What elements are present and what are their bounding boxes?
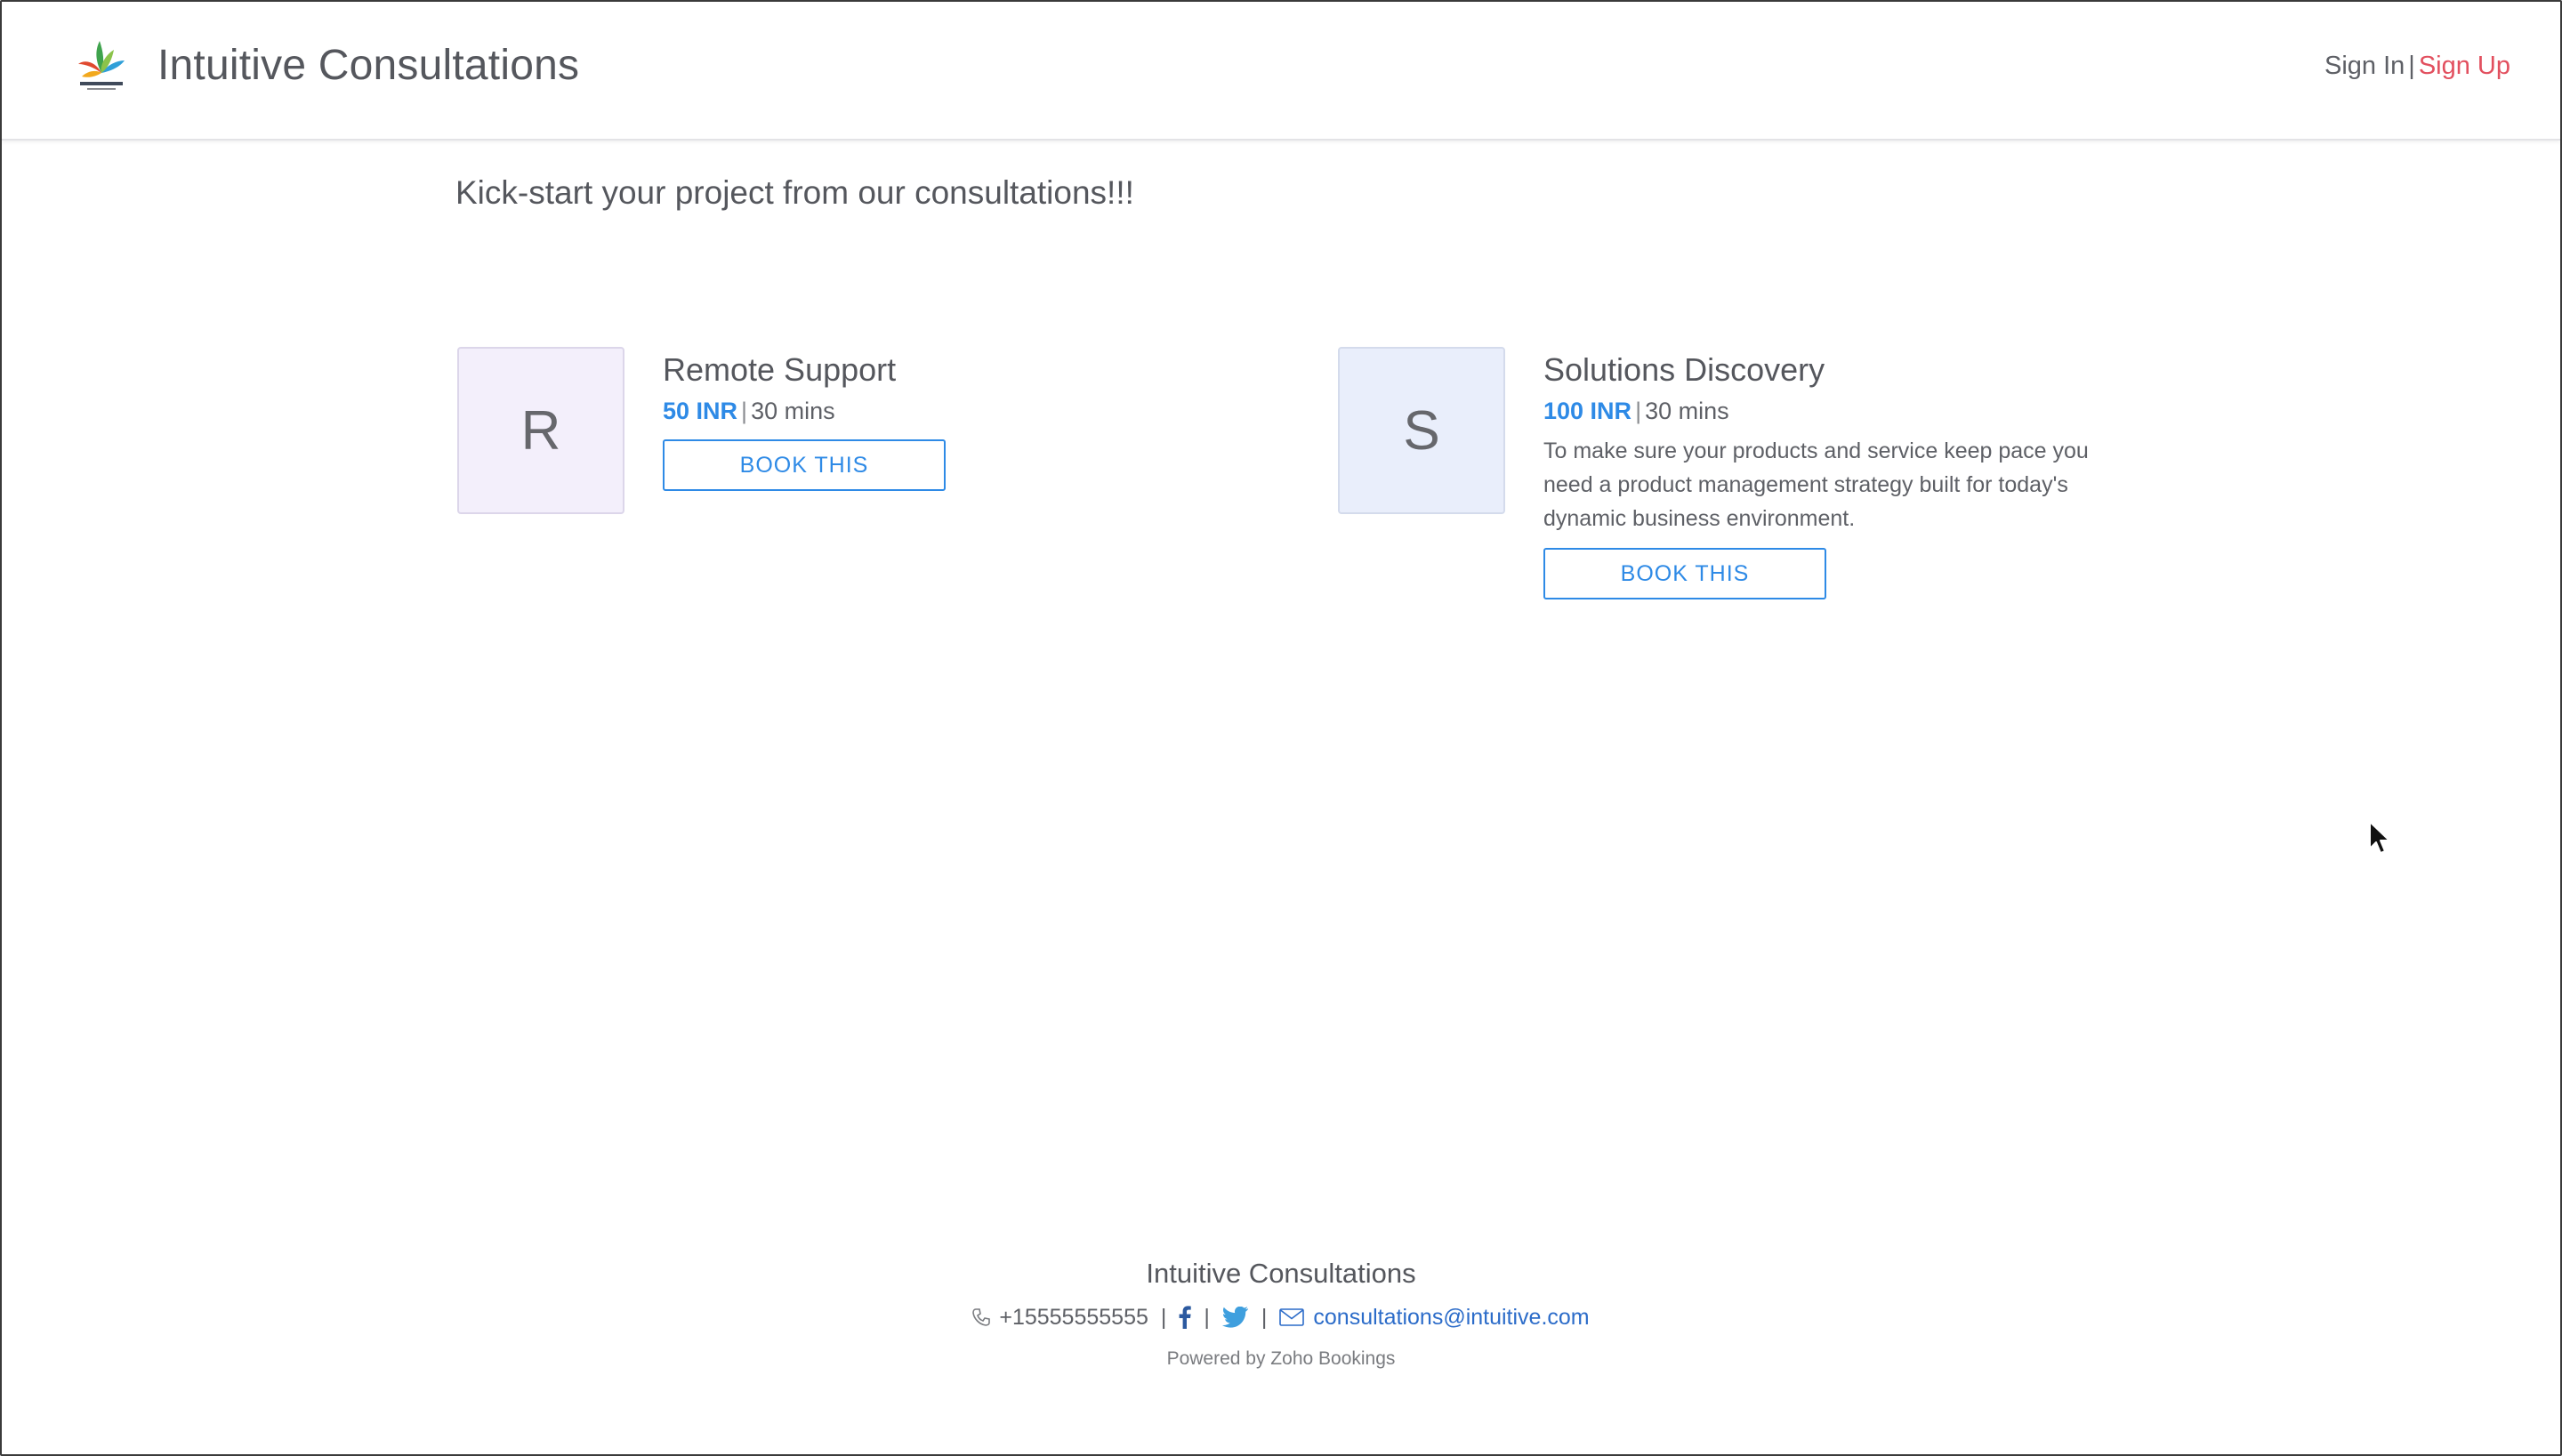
footer-phone[interactable]: +15555555555 bbox=[999, 1302, 1148, 1332]
mail-icon bbox=[1279, 1308, 1305, 1326]
footer-business-name: Intuitive Consultations bbox=[1146, 1258, 1416, 1289]
sign-in-link[interactable]: Sign In bbox=[2324, 52, 2405, 80]
sign-up-link[interactable]: Sign Up bbox=[2419, 52, 2510, 80]
service-meta: 50 INR | 30 mins bbox=[663, 395, 1232, 427]
service-price: 50 INR bbox=[663, 398, 738, 424]
meta-separator: | bbox=[1635, 398, 1642, 424]
meta-separator: | bbox=[741, 398, 748, 424]
book-this-button[interactable]: BOOK THIS bbox=[1543, 548, 1826, 599]
mouse-cursor-icon bbox=[2369, 821, 2390, 854]
facebook-icon[interactable] bbox=[1179, 1306, 1192, 1329]
twitter-icon[interactable] bbox=[1221, 1307, 1249, 1328]
footer-email-link[interactable]: consultations@intuitive.com bbox=[1313, 1302, 1589, 1332]
service-info: Solutions Discovery 100 INR | 30 mins To m… bbox=[1543, 347, 2113, 599]
auth-links: Sign In | Sign Up bbox=[2324, 52, 2510, 81]
footer-separator: | bbox=[1261, 1305, 1268, 1330]
browser-viewport: Intuitive Consultations Sign In | Sign Up … bbox=[0, 0, 2562, 1456]
footer-separator: | bbox=[1204, 1305, 1210, 1330]
brand-name[interactable]: Intuitive Consultations bbox=[157, 41, 579, 90]
footer-contacts: +15555555555 | | | consultations@intuiti… bbox=[2, 1302, 2560, 1332]
service-avatar[interactable]: R bbox=[457, 347, 624, 514]
auth-separator: | bbox=[2408, 52, 2415, 80]
top-header: Intuitive Consultations Sign In | Sign Up bbox=[2, 2, 2560, 141]
service-title[interactable]: Solutions Discovery bbox=[1543, 350, 2113, 390]
book-this-button[interactable]: BOOK THIS bbox=[663, 439, 946, 491]
powered-by[interactable]: Powered by Zoho Bookings bbox=[2, 1348, 2560, 1370]
brand-logo-icon bbox=[78, 41, 125, 90]
service-description: To make sure your products and service k… bbox=[1543, 438, 2089, 531]
footer-separator: | bbox=[1160, 1305, 1167, 1330]
service-avatar[interactable]: S bbox=[1338, 347, 1505, 514]
service-title[interactable]: Remote Support bbox=[663, 350, 1232, 390]
footer: Intuitive Consultations +15555555555 | |… bbox=[2, 1256, 2560, 1370]
service-price: 100 INR bbox=[1543, 398, 1632, 424]
page-tagline: Kick-start your project from our consult… bbox=[455, 174, 1134, 211]
service-info: Remote Support 50 INR | 30 mins BOOK THIS bbox=[663, 347, 1232, 491]
service-duration: 30 mins bbox=[751, 398, 835, 424]
service-meta: 100 INR | 30 mins bbox=[1543, 395, 2113, 427]
phone-icon bbox=[972, 1307, 991, 1327]
service-duration: 30 mins bbox=[1645, 398, 1729, 424]
